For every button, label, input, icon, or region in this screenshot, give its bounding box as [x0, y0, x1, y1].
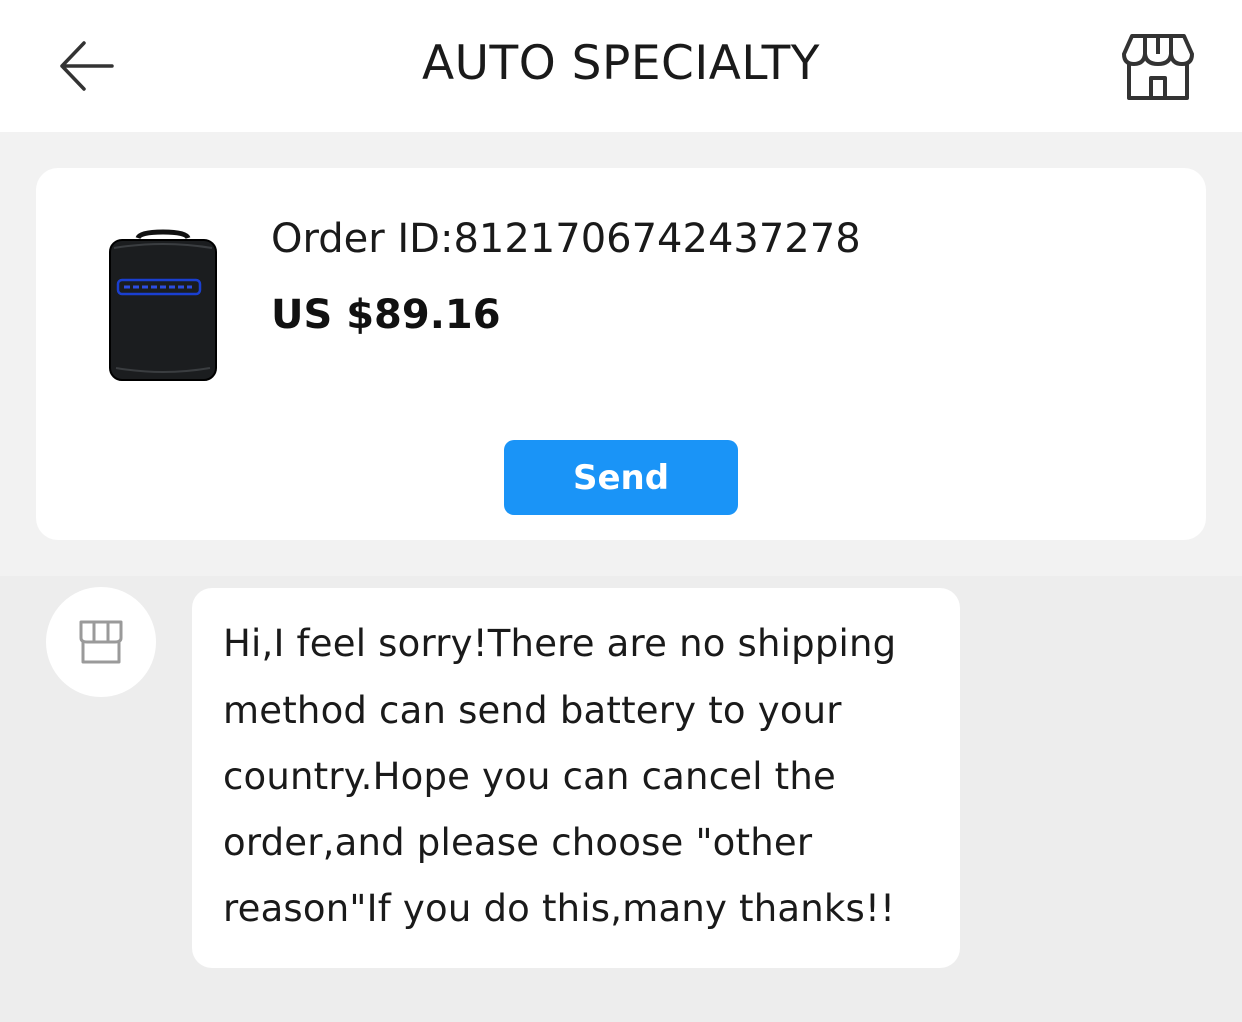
- storefront-icon: [79, 620, 123, 664]
- page-title: AUTO SPECIALTY: [421, 36, 821, 91]
- message-line: method can send battery to your: [223, 689, 842, 732]
- order-price: US $89.16: [271, 292, 501, 338]
- seller-avatar[interactable]: [46, 587, 156, 697]
- message-line: Hi,I feel sorry!There are no shipping: [223, 622, 897, 665]
- storefront-icon: [1122, 34, 1194, 100]
- send-button[interactable]: Send: [504, 440, 738, 515]
- store-button[interactable]: [1118, 30, 1198, 104]
- message-line: order,and please choose "other: [223, 821, 813, 864]
- order-id: Order ID:8121706742437278: [271, 216, 861, 262]
- message-line: country.Hope you can cancel the: [223, 755, 836, 798]
- message-line: reason"If you do this,many thanks!!: [223, 887, 896, 930]
- product-image[interactable]: [100, 228, 226, 384]
